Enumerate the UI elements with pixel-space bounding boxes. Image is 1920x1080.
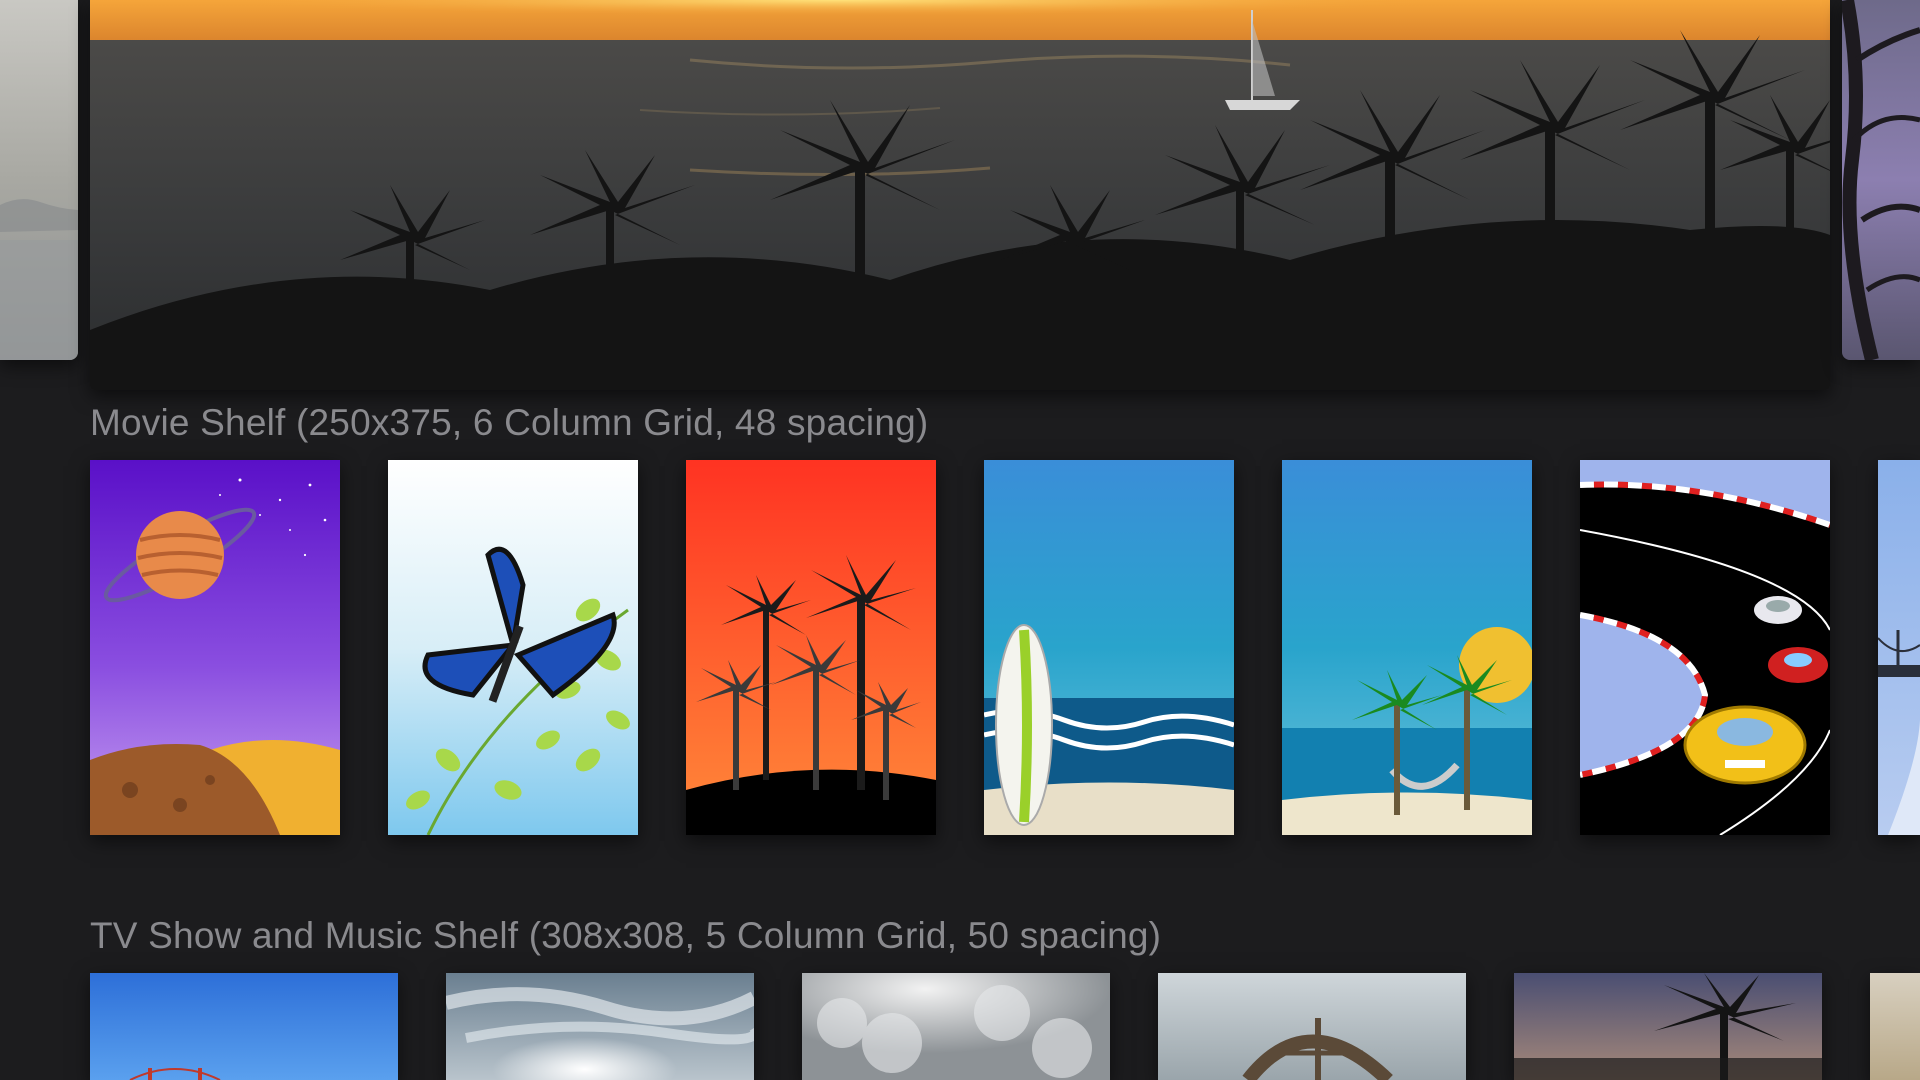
hero-right-partial-image[interactable] — [1842, 0, 1920, 360]
planet-poster[interactable] — [90, 460, 340, 835]
sun-clouds-item[interactable] — [446, 973, 754, 1080]
surfboard-icon — [984, 460, 1234, 835]
palm-trees-icon — [686, 460, 936, 835]
planet-icon — [90, 460, 340, 835]
tv-shelf-title: TV Show and Music Shelf (308x308, 5 Colu… — [90, 915, 1162, 956]
car-white — [1754, 596, 1802, 624]
golden-gate-bridge-image — [90, 973, 398, 1080]
butterfly-poster[interactable] — [388, 460, 638, 835]
water-wheel-item[interactable] — [1158, 973, 1466, 1080]
race-car-icon — [1580, 460, 1830, 835]
hammock-icon — [1282, 460, 1532, 835]
mist-landscape-image — [0, 0, 78, 360]
butterfly-icon — [388, 460, 638, 835]
race-cars-poster[interactable] — [1580, 460, 1830, 835]
car-yellow — [1683, 705, 1807, 785]
hero-main-image[interactable] — [90, 0, 1830, 390]
palm-dusk-item[interactable] — [1514, 973, 1822, 1080]
partial-item[interactable] — [1870, 973, 1920, 1080]
golden-gate-item[interactable] — [90, 973, 398, 1080]
car-red — [1768, 647, 1828, 683]
dusk-tree-branches-image — [1842, 0, 1920, 360]
partial-item-image — [1870, 973, 1920, 1080]
movie-shelf-title: Movie Shelf (250x375, 6 Column Grid, 48 … — [90, 402, 929, 443]
palm-dusk-image — [1514, 973, 1822, 1080]
hero-left-partial-image[interactable] — [0, 0, 78, 360]
sunset-ocean-palms-image — [90, 0, 1830, 390]
water-wheel-image — [1158, 973, 1466, 1080]
cloudy-sky-image — [802, 973, 1110, 1080]
bridge-icon — [1878, 460, 1920, 835]
sun-clouds-image — [446, 973, 754, 1080]
bridge-poster-partial[interactable] — [1878, 460, 1920, 835]
surfboard-poster[interactable] — [984, 460, 1234, 835]
cloudy-sky-item[interactable] — [802, 973, 1110, 1080]
palm-sunset-poster[interactable] — [686, 460, 936, 835]
hammock-poster[interactable] — [1282, 460, 1532, 835]
